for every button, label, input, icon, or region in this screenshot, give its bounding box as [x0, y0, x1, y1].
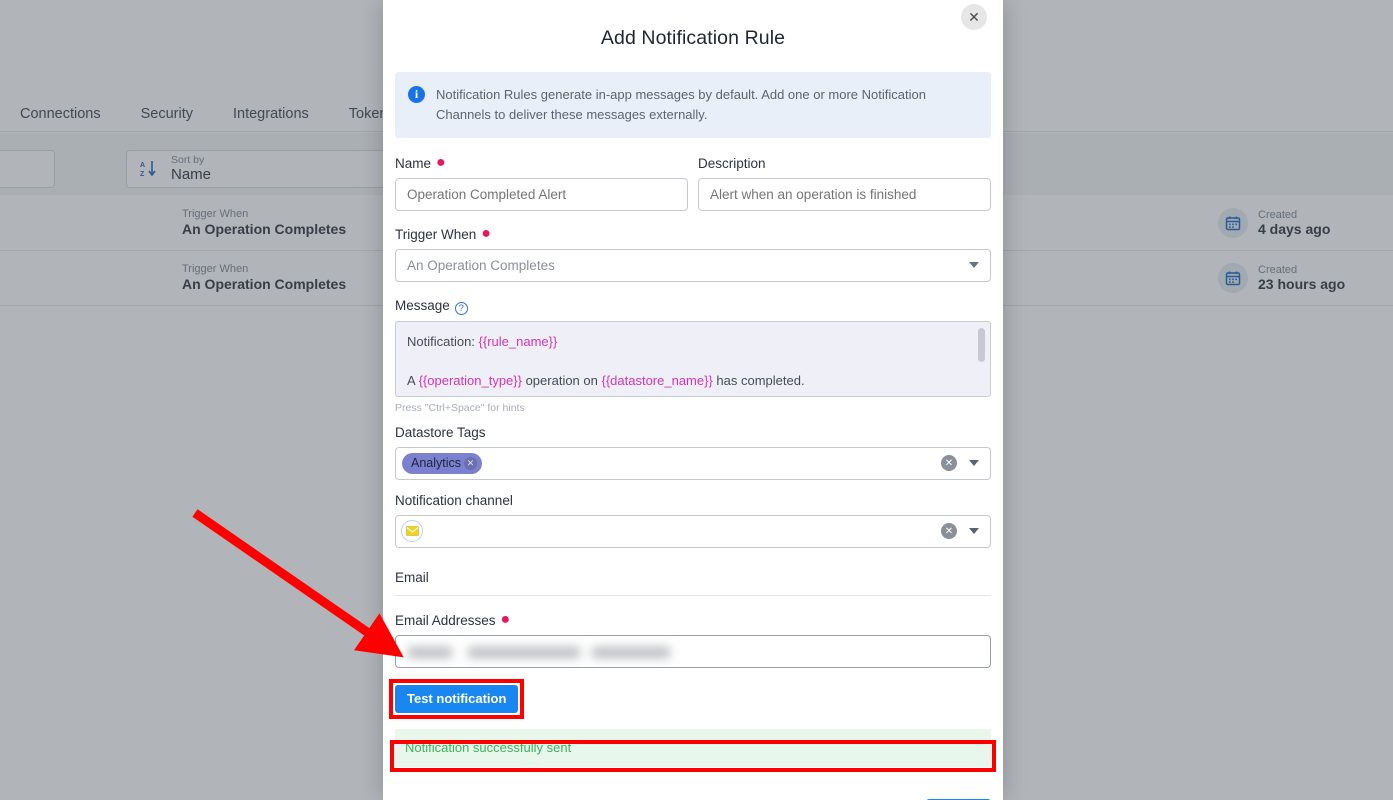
page-title: Add Notification Rule	[600, 27, 786, 49]
dialog-body: i Notification Rules generate in-app mes…	[383, 72, 1003, 800]
email-addresses-label-wrap: Email Addresses ●	[395, 610, 991, 628]
clear-icon[interactable]: ✕	[941, 455, 957, 472]
chevron-down-icon	[969, 262, 979, 268]
test-notification-button[interactable]: Test notification	[395, 684, 519, 713]
name-description-row: Name ● Description	[395, 153, 991, 211]
notification-channel-label: Notification channel	[395, 492, 513, 508]
email-addresses-group: Email Addresses ●	[395, 610, 991, 668]
close-icon[interactable]: ✕	[961, 4, 987, 30]
message-field-group: Message ? Notification: {{rule_name}} A …	[395, 298, 991, 414]
add-notification-rule-dialog: ✕ Add Notification Rule i Notification R…	[383, 0, 1003, 800]
datastore-tags-select[interactable]: Analytics ✕ ✕	[395, 446, 991, 480]
message-scrollbar[interactable]	[978, 327, 985, 362]
redacted-text	[468, 646, 580, 658]
screen: Connections Security Integrations Tokens…	[0, 0, 1393, 800]
name-label-wrap: Name ●	[395, 153, 688, 171]
email-envelope-icon	[401, 520, 423, 543]
chip-remove-icon[interactable]: ✕	[464, 456, 478, 470]
datastore-tags-group: Datastore Tags Analytics ✕ ✕	[395, 425, 991, 480]
info-banner-text: Notification Rules generate in-app messa…	[436, 87, 926, 122]
message-line2-mid: operation on	[521, 373, 602, 389]
message-var-datastore-name: {{datastore_name}}	[601, 373, 713, 389]
email-addresses-input[interactable]	[395, 634, 991, 668]
description-input[interactable]	[698, 177, 991, 211]
trigger-label: Trigger When	[395, 226, 477, 242]
required-marker: ●	[481, 224, 491, 242]
info-icon: i	[408, 86, 425, 103]
chevron-down-icon	[969, 460, 979, 467]
description-label: Description	[698, 155, 766, 171]
success-message-wrap: Notification successfully sent	[390, 728, 996, 772]
message-line2-suffix: has completed.	[712, 373, 805, 389]
description-field-group: Description	[698, 156, 991, 211]
name-field-group: Name ●	[395, 153, 688, 211]
message-line-2: A {{operation_type}} operation on {{data…	[407, 372, 968, 390]
message-line-1: Notification: {{rule_name}}	[407, 333, 968, 351]
message-hint: Press "Ctrl+Space" for hints	[395, 401, 525, 414]
message-var-rule-name: {{rule_name}}	[478, 333, 558, 349]
notification-channel-select[interactable]: ✕	[395, 514, 991, 548]
message-editor[interactable]: Notification: {{rule_name}} A {{operatio…	[395, 320, 991, 397]
message-label: Message	[395, 297, 450, 313]
trigger-label-wrap: Trigger When ●	[395, 224, 991, 242]
message-var-operation-type: {{operation_type}}	[418, 373, 522, 389]
chevron-down-icon	[969, 528, 979, 535]
redacted-text	[408, 646, 452, 658]
test-notification-wrap: Test notification	[389, 678, 525, 719]
name-input[interactable]	[395, 177, 688, 211]
trigger-when-select[interactable]: An Operation Completes	[395, 248, 991, 282]
message-line2-prefix: A	[407, 373, 419, 389]
trigger-field-group: Trigger When ● An Operation Completes	[395, 224, 991, 282]
required-marker: ●	[436, 153, 446, 171]
tag-chip-label: Analytics	[411, 456, 462, 471]
message-label-wrap: Message ?	[395, 297, 991, 315]
notification-channel-label-wrap: Notification channel	[395, 493, 991, 508]
description-label-wrap: Description	[698, 156, 991, 171]
datastore-tags-label-wrap: Datastore Tags	[395, 425, 991, 440]
trigger-selected-value: An Operation Completes	[407, 257, 555, 273]
tag-chip[interactable]: Analytics ✕	[402, 452, 483, 474]
message-line1-prefix: Notification:	[407, 333, 479, 349]
success-message: Notification successfully sent	[395, 728, 991, 767]
name-label: Name	[395, 155, 432, 171]
email-addresses-label: Email Addresses	[395, 612, 496, 628]
required-marker: ●	[500, 610, 511, 628]
notification-channel-group: Notification channel ✕	[395, 493, 991, 548]
redacted-text	[592, 646, 670, 658]
help-icon[interactable]: ?	[454, 301, 468, 315]
email-section-heading: Email	[395, 570, 991, 596]
info-banner: i Notification Rules generate in-app mes…	[395, 72, 991, 138]
clear-icon[interactable]: ✕	[941, 523, 957, 540]
datastore-tags-label: Datastore Tags	[395, 424, 486, 440]
